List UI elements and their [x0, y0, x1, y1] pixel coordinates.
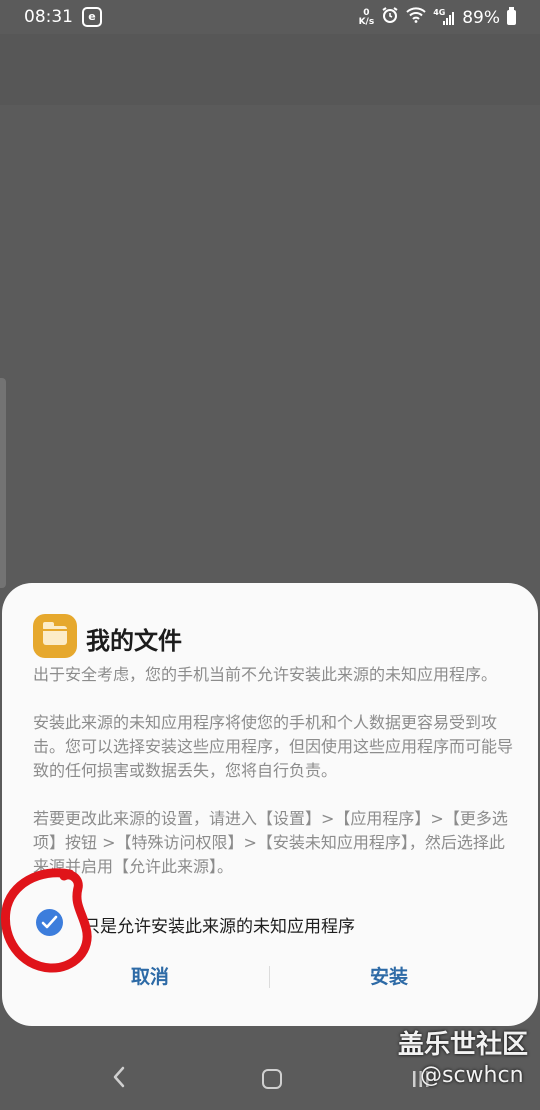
home-icon[interactable] [262, 1069, 282, 1089]
background-app-bar [0, 34, 540, 105]
folder-icon [43, 622, 67, 645]
signal-icon: 4G [433, 8, 455, 26]
status-bar: 08:31 e 0 K/s 4G 89% [0, 0, 540, 34]
network-speed-unit: K/s [358, 16, 375, 27]
watermark-handle: @scwhcn [420, 1063, 524, 1088]
watermark-title: 盖乐世社区 [397, 1030, 528, 1060]
dialog-message: 出于安全考虑，您的手机当前不允许安装此来源的未知应用程序。 安装此来源的未知应用… [33, 663, 513, 903]
red-annotation-circle [0, 868, 92, 973]
battery-icon [507, 7, 516, 25]
status-time: 08:31 [24, 7, 73, 27]
message-paragraph-2: 安装此来源的未知应用程序将使您的手机和个人数据更容易受到攻击。您可以选择安装这些… [33, 713, 514, 780]
message-paragraph-1: 出于安全考虑，您的手机当前不允许安装此来源的未知应用程序。 [33, 665, 498, 684]
network-speed: 0 K/s [358, 8, 375, 27]
wifi-icon [406, 7, 426, 28]
edge-panel-handle[interactable] [0, 378, 6, 588]
back-icon[interactable] [112, 1066, 126, 1092]
my-files-app-icon [33, 614, 77, 658]
e-badge-icon: e [82, 7, 102, 27]
alarm-icon [381, 6, 399, 29]
battery-percent: 89% [462, 7, 500, 28]
dialog-title: 我的文件 [86, 627, 182, 655]
button-divider [269, 966, 270, 988]
install-button[interactable]: 安装 [289, 960, 489, 994]
allow-once-label[interactable]: 只是允许安装此来源的未知应用程序 [83, 912, 355, 937]
message-paragraph-3: 若要更改此来源的设置，请进入【设置】>【应用程序】>【更多选项】按钮 >【特殊访… [33, 809, 508, 876]
